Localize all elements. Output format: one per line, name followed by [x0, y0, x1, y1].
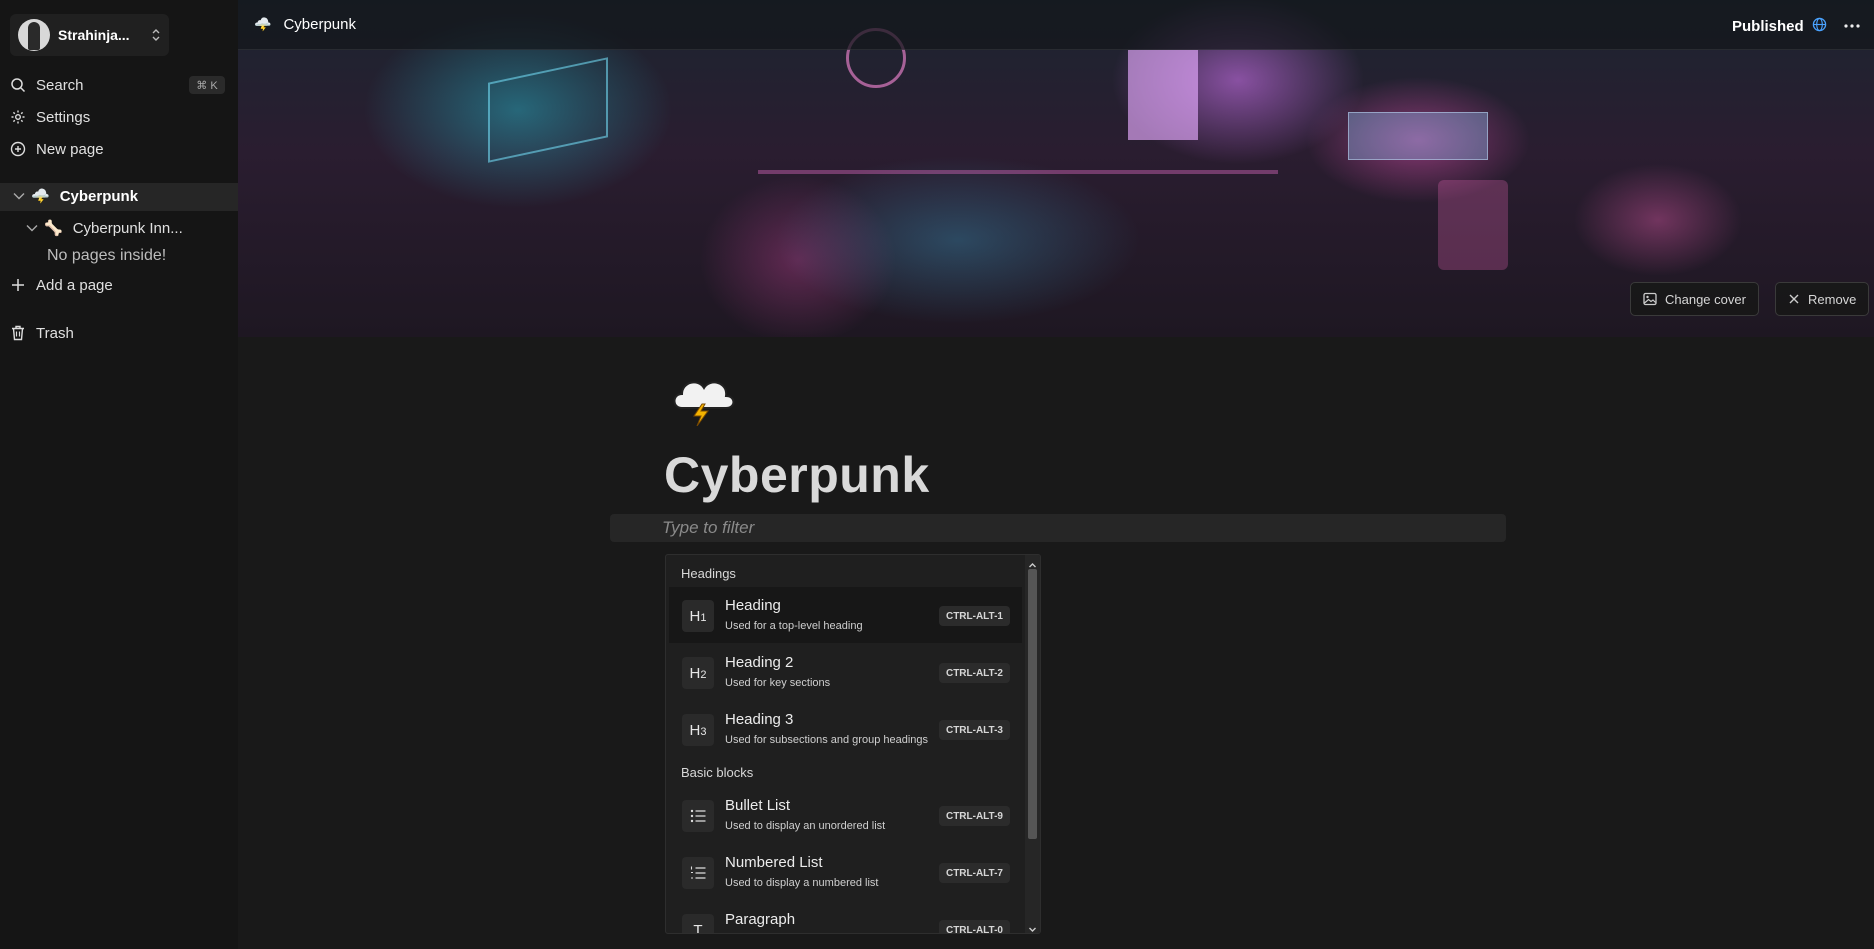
plus-circle-icon: [10, 141, 26, 157]
breadcrumb[interactable]: 🌩️ Cyberpunk: [254, 16, 356, 33]
neon-beam-decoration: [758, 170, 1278, 174]
sidebar-item-new-page[interactable]: New page: [10, 137, 104, 161]
chevron-down-icon[interactable]: [26, 224, 38, 232]
menu-item-description: Used for a top-level heading: [725, 620, 863, 632]
sidebar-item-trash[interactable]: Trash: [10, 321, 74, 345]
filter-bar: [610, 514, 1506, 542]
menu-scrollbar[interactable]: [1025, 555, 1040, 933]
tree-item-cyberpunk[interactable]: 🌩️ Cyberpunk: [13, 187, 138, 205]
top-bar: 🌩️ Cyberpunk Published: [238, 0, 1874, 50]
bullet-list-icon: [682, 800, 714, 832]
menu-item-description: Used to display a numbered list: [725, 877, 879, 889]
group-label-headings: Headings: [681, 566, 736, 581]
menu-item-title: Bullet List: [725, 797, 791, 814]
heading-3-icon: H3: [682, 714, 714, 746]
neon-screen-decoration: [1128, 50, 1198, 140]
remove-label: Remove: [1808, 291, 1857, 307]
globe-icon: [1812, 17, 1827, 36]
sidebar-item-add-page[interactable]: Add a page: [10, 273, 113, 297]
chevron-down-icon[interactable]: [13, 192, 25, 200]
sidebar-item-settings[interactable]: Settings: [10, 105, 90, 129]
menu-item-heading-1[interactable]: H1 Heading Used for a top-level heading …: [669, 587, 1022, 643]
plus-icon: [10, 277, 26, 293]
gear-icon: [10, 109, 26, 125]
menu-item-paragraph[interactable]: T Paragraph CTRL-ALT-0: [669, 901, 1022, 933]
menu-item-heading-3[interactable]: H3 Heading 3 Used for subsections and gr…: [669, 701, 1022, 757]
tree-item-label: Cyberpunk Inn...: [72, 219, 183, 237]
sidebar: Strahinja... Search ⌘ K Settings New pag…: [0, 0, 238, 949]
chevron-up-down-icon: [151, 28, 161, 42]
cover-image: 🌩️ Cyberpunk Published Change cover Remo…: [238, 0, 1874, 337]
avatar: [18, 19, 50, 51]
scrollbar-thumb[interactable]: [1028, 569, 1037, 839]
main-content: 🌩️ Cyberpunk Published Change cover Remo…: [238, 0, 1874, 949]
menu-item-description: Used for subsections and group headings: [725, 734, 929, 746]
neon-sign-decoration: [488, 57, 608, 163]
change-cover-button[interactable]: Change cover: [1630, 282, 1759, 316]
block-menu: Headings H1 Heading Used for a top-level…: [665, 554, 1041, 934]
more-options-icon[interactable]: [1842, 18, 1862, 34]
tree-item-label: Cyberpunk: [59, 187, 139, 205]
menu-item-numbered-list[interactable]: Numbered List Used to display a numbered…: [669, 844, 1022, 900]
published-label: Published: [1732, 18, 1804, 35]
scroll-down-icon[interactable]: [1028, 921, 1037, 932]
menu-item-heading-2[interactable]: H2 Heading 2 Used for key sections CTRL-…: [669, 644, 1022, 700]
close-icon: [1788, 293, 1800, 305]
sidebar-item-label: New page: [36, 140, 104, 158]
shortcut-badge: CTRL-ALT-0: [938, 920, 1010, 933]
heading-1-icon: H1: [682, 600, 714, 632]
text-icon: T: [682, 914, 714, 933]
tree-item-cyberpunk-inn[interactable]: 🦴 Cyberpunk Inn...: [26, 219, 183, 237]
image-icon: [1643, 292, 1657, 306]
shortcut-badge: CTRL-ALT-2: [938, 663, 1010, 683]
change-cover-label: Change cover: [1665, 291, 1746, 307]
app-window: Strahinja... Search ⌘ K Settings New pag…: [0, 0, 1874, 949]
menu-item-bullet-list[interactable]: Bullet List Used to display an unordered…: [669, 787, 1022, 843]
shortcut-badge: CTRL-ALT-1: [938, 606, 1010, 626]
page-emoji-icon: 🌩️: [254, 16, 272, 32]
menu-item-title: Paragraph: [725, 911, 796, 928]
sidebar-item-search[interactable]: Search: [10, 73, 84, 97]
sidebar-item-label: Trash: [36, 324, 74, 342]
search-shortcut-badge: ⌘ K: [189, 76, 225, 94]
group-label-basic-blocks: Basic blocks: [681, 765, 754, 780]
neon-panel-decoration: [1438, 180, 1508, 270]
scroll-up-icon[interactable]: [1028, 557, 1037, 568]
workspace-switcher[interactable]: Strahinja...: [10, 14, 169, 56]
menu-item-title: Numbered List: [725, 854, 823, 871]
sidebar-item-label: Settings: [36, 108, 91, 126]
page-title[interactable]: Cyberpunk: [664, 446, 930, 504]
menu-item-description: Used for key sections: [725, 677, 831, 689]
numbered-list-icon: [682, 857, 714, 889]
page-emoji-icon: 🌩️: [31, 188, 50, 205]
neon-billboard-decoration: [1348, 112, 1488, 160]
remove-cover-button[interactable]: Remove: [1775, 282, 1870, 316]
menu-item-description: Used to display an unordered list: [725, 820, 886, 832]
menu-item-title: Heading 3: [725, 711, 794, 728]
breadcrumb-label: Cyberpunk: [283, 16, 356, 33]
shortcut-badge: CTRL-ALT-3: [938, 720, 1010, 740]
heading-2-icon: H2: [682, 657, 714, 689]
published-status-button[interactable]: Published: [1732, 17, 1827, 36]
workspace-name: Strahinja...: [58, 27, 130, 43]
sidebar-item-label: Search: [36, 76, 84, 94]
search-icon: [10, 77, 26, 93]
page-emoji-icon: 🦴: [44, 220, 63, 237]
page-emoji-icon[interactable]: [668, 366, 738, 427]
menu-item-title: Heading: [725, 597, 781, 614]
empty-pages-note: No pages inside!: [47, 247, 167, 264]
shortcut-badge: CTRL-ALT-9: [938, 806, 1010, 826]
sidebar-item-label: Add a page: [36, 276, 113, 294]
menu-item-title: Heading 2: [725, 654, 794, 671]
filter-input[interactable]: [662, 514, 1462, 542]
trash-icon: [10, 325, 26, 341]
shortcut-badge: CTRL-ALT-7: [938, 863, 1010, 883]
